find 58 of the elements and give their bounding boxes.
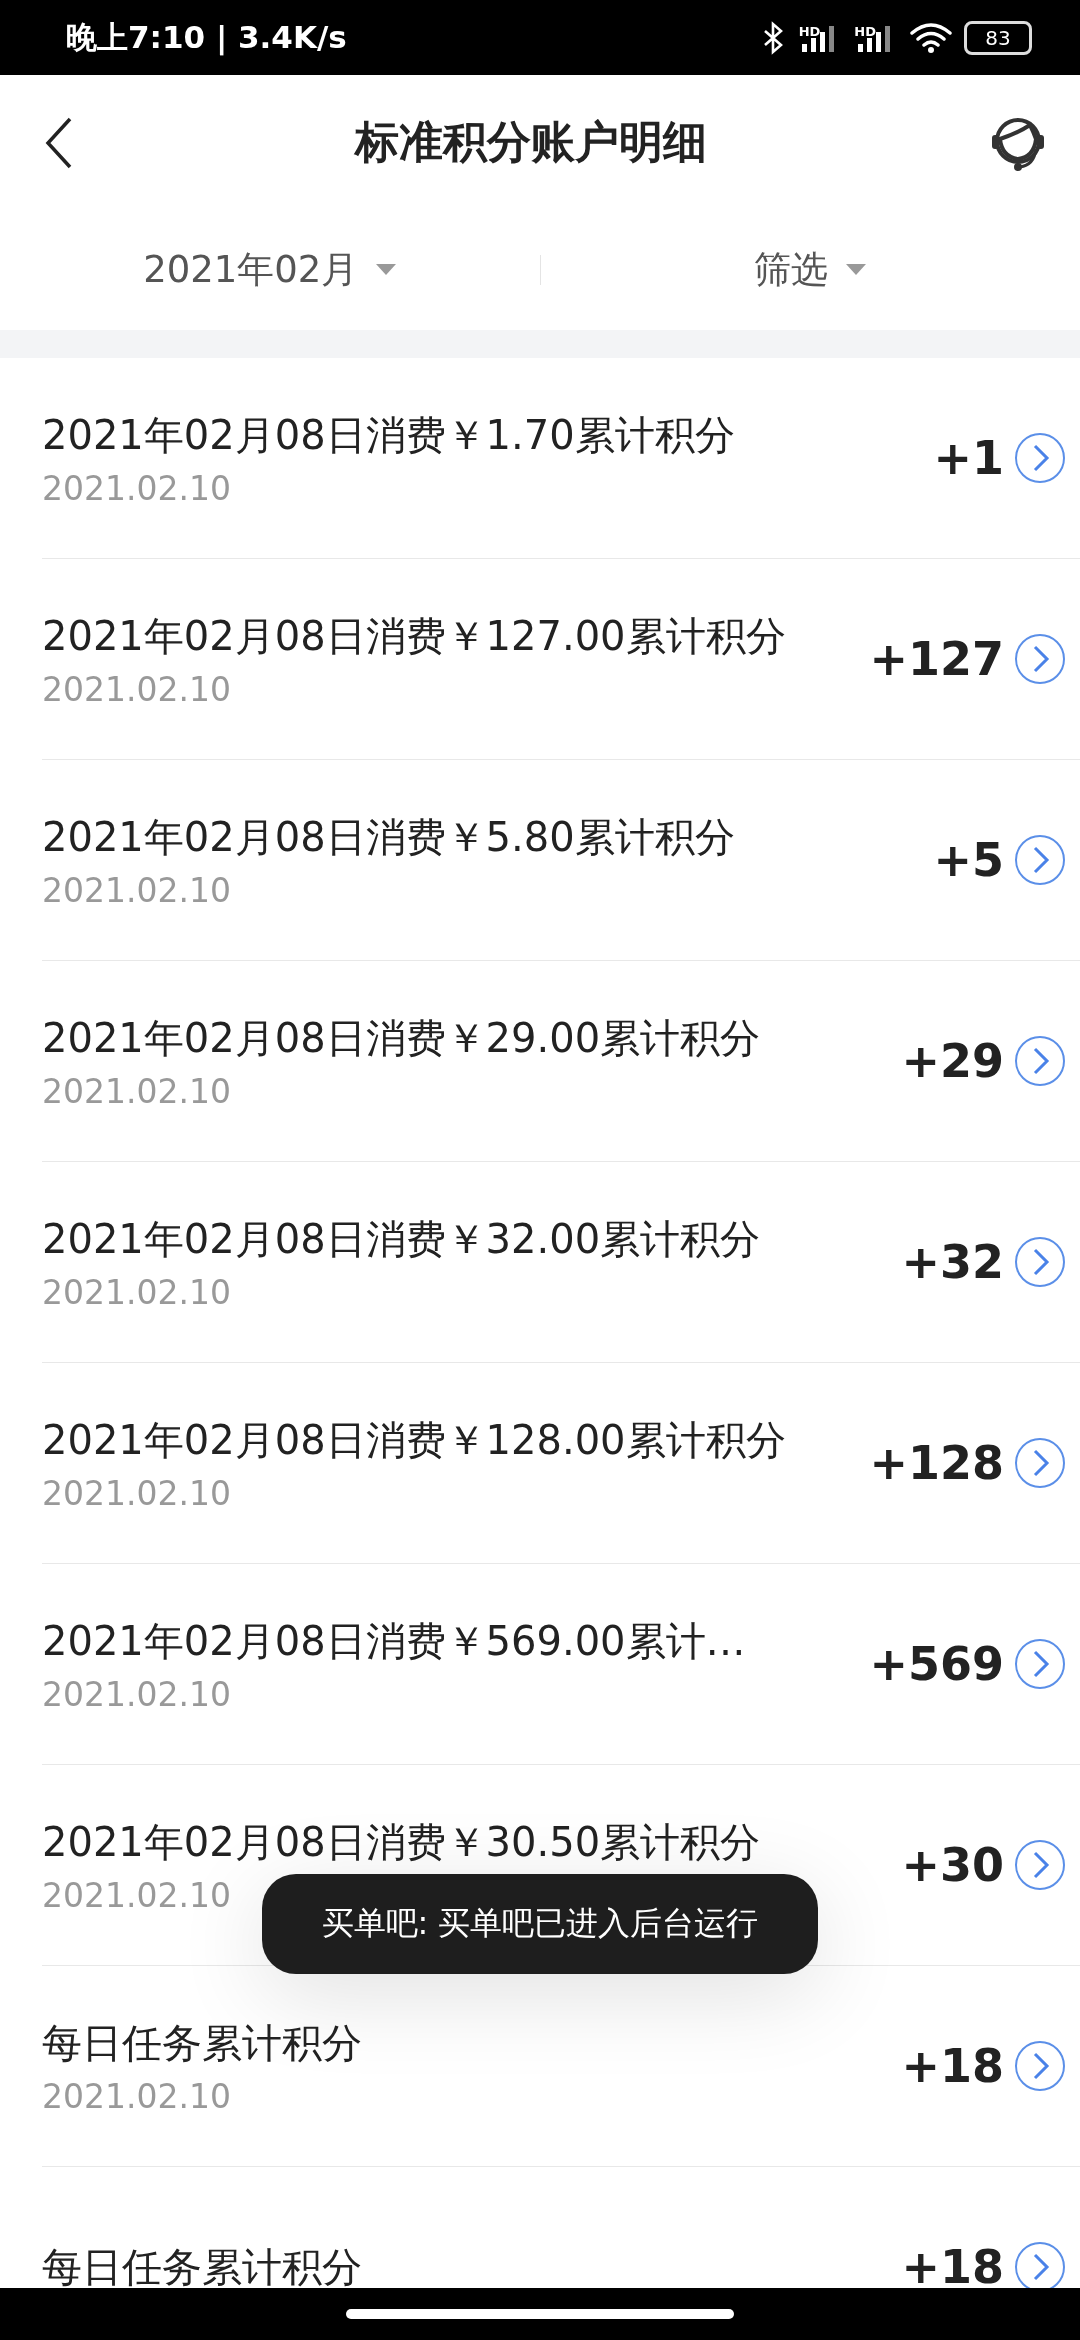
- record-row[interactable]: 2021年02月08日消费￥128.00累计积分 2021.02.10 +128: [42, 1363, 1080, 1564]
- record-date: 2021.02.10: [42, 1876, 231, 1915]
- points-value: +127: [869, 632, 1004, 686]
- record-row[interactable]: 2021年02月08日消费￥32.00累计积分 2021.02.10 +32: [42, 1162, 1080, 1363]
- signal-label: HD: [854, 23, 876, 39]
- record-title: 2021年02月08日消费￥569.00累计…: [42, 1617, 746, 1666]
- record-date: 2021.02.10: [42, 1273, 231, 1312]
- caret-icon: [376, 264, 397, 276]
- points-value: +18: [901, 2240, 1004, 2288]
- points-value: +18: [901, 2039, 1004, 2093]
- points-value: +128: [869, 1436, 1004, 1490]
- record-row[interactable]: 2021年02月08日消费￥29.00累计积分 2021.02.10 +29: [42, 961, 1080, 1162]
- status-time: 晚上7:10 | 3.4K/s: [66, 17, 347, 58]
- points-value: +1: [933, 431, 1004, 485]
- filter-dropdown[interactable]: 2021年02月: [0, 245, 540, 295]
- wifi-icon: [910, 21, 952, 54]
- record-title: 2021年02月08日消费￥1.70累计积分: [42, 411, 735, 460]
- chevron-icon[interactable]: [1014, 2040, 1066, 2092]
- points-value: +32: [901, 1235, 1004, 1289]
- record-date: 2021.02.10: [42, 469, 231, 508]
- record-row[interactable]: 2021年02月08日消费￥1.70累计积分 2021.02.10 +1: [42, 358, 1080, 559]
- record-title: 2021年02月08日消费￥5.80累计积分: [42, 813, 735, 862]
- record-title: 2021年02月08日消费￥30.50累计积分: [42, 1818, 761, 1867]
- record-title: 2021年02月08日消费￥29.00累计积分: [42, 1014, 761, 1063]
- battery-level: 83: [985, 25, 1011, 50]
- chevron-icon[interactable]: [1014, 633, 1066, 685]
- chevron-icon[interactable]: [1014, 1839, 1066, 1891]
- record-row[interactable]: 2021年02月08日消费￥5.80累计积分 2021.02.10 +5: [42, 760, 1080, 961]
- record-date: 2021.02.10: [42, 1072, 231, 1111]
- chevron-icon[interactable]: [1014, 432, 1066, 484]
- record-title: 2021年02月08日消费￥128.00累计积分: [42, 1416, 786, 1465]
- points-value: +5: [933, 833, 1004, 887]
- points-value: +29: [901, 1034, 1004, 1088]
- chevron-icon[interactable]: [1014, 1638, 1066, 1690]
- record-date: 2021.02.10: [42, 2077, 231, 2116]
- record-date: 2021.02.10: [42, 1675, 231, 1714]
- chevron-icon[interactable]: [1014, 2241, 1066, 2288]
- record-title: 2021年02月08日消费￥32.00累计积分: [42, 1215, 761, 1264]
- record-title: 2021年02月08日消费￥127.00累计积分: [42, 612, 786, 661]
- record-date: 2021.02.10: [42, 670, 231, 709]
- chevron-icon[interactable]: [1014, 1236, 1066, 1288]
- points-value: +30: [901, 1838, 1004, 1892]
- record-title: 每日任务累计积分: [42, 2242, 362, 2288]
- record-title: 每日任务累计积分: [42, 2019, 362, 2068]
- record-date: 2021.02.10: [42, 1474, 231, 1513]
- record-row[interactable]: 2021年02月08日消费￥127.00累计积分 2021.02.10 +127: [42, 559, 1080, 760]
- record-date: 2021.02.10: [42, 871, 231, 910]
- chevron-icon[interactable]: [1014, 1035, 1066, 1087]
- signal-label: HD: [798, 23, 821, 39]
- record-row[interactable]: 2021年02月08日消费￥569.00累计… 2021.02.10 +569: [42, 1564, 1080, 1765]
- points-value: +569: [869, 1637, 1004, 1691]
- chevron-icon[interactable]: [1014, 834, 1066, 886]
- back-button[interactable]: [44, 115, 74, 170]
- filter-dropdown[interactable]: 筛选: [540, 245, 1080, 295]
- page-title: 标准积分账户明细: [355, 115, 707, 169]
- caret-icon: [846, 264, 867, 276]
- app-toast: 买单吧: 买单吧已进入后台运行: [262, 1874, 818, 1974]
- chevron-icon[interactable]: [1014, 1437, 1066, 1489]
